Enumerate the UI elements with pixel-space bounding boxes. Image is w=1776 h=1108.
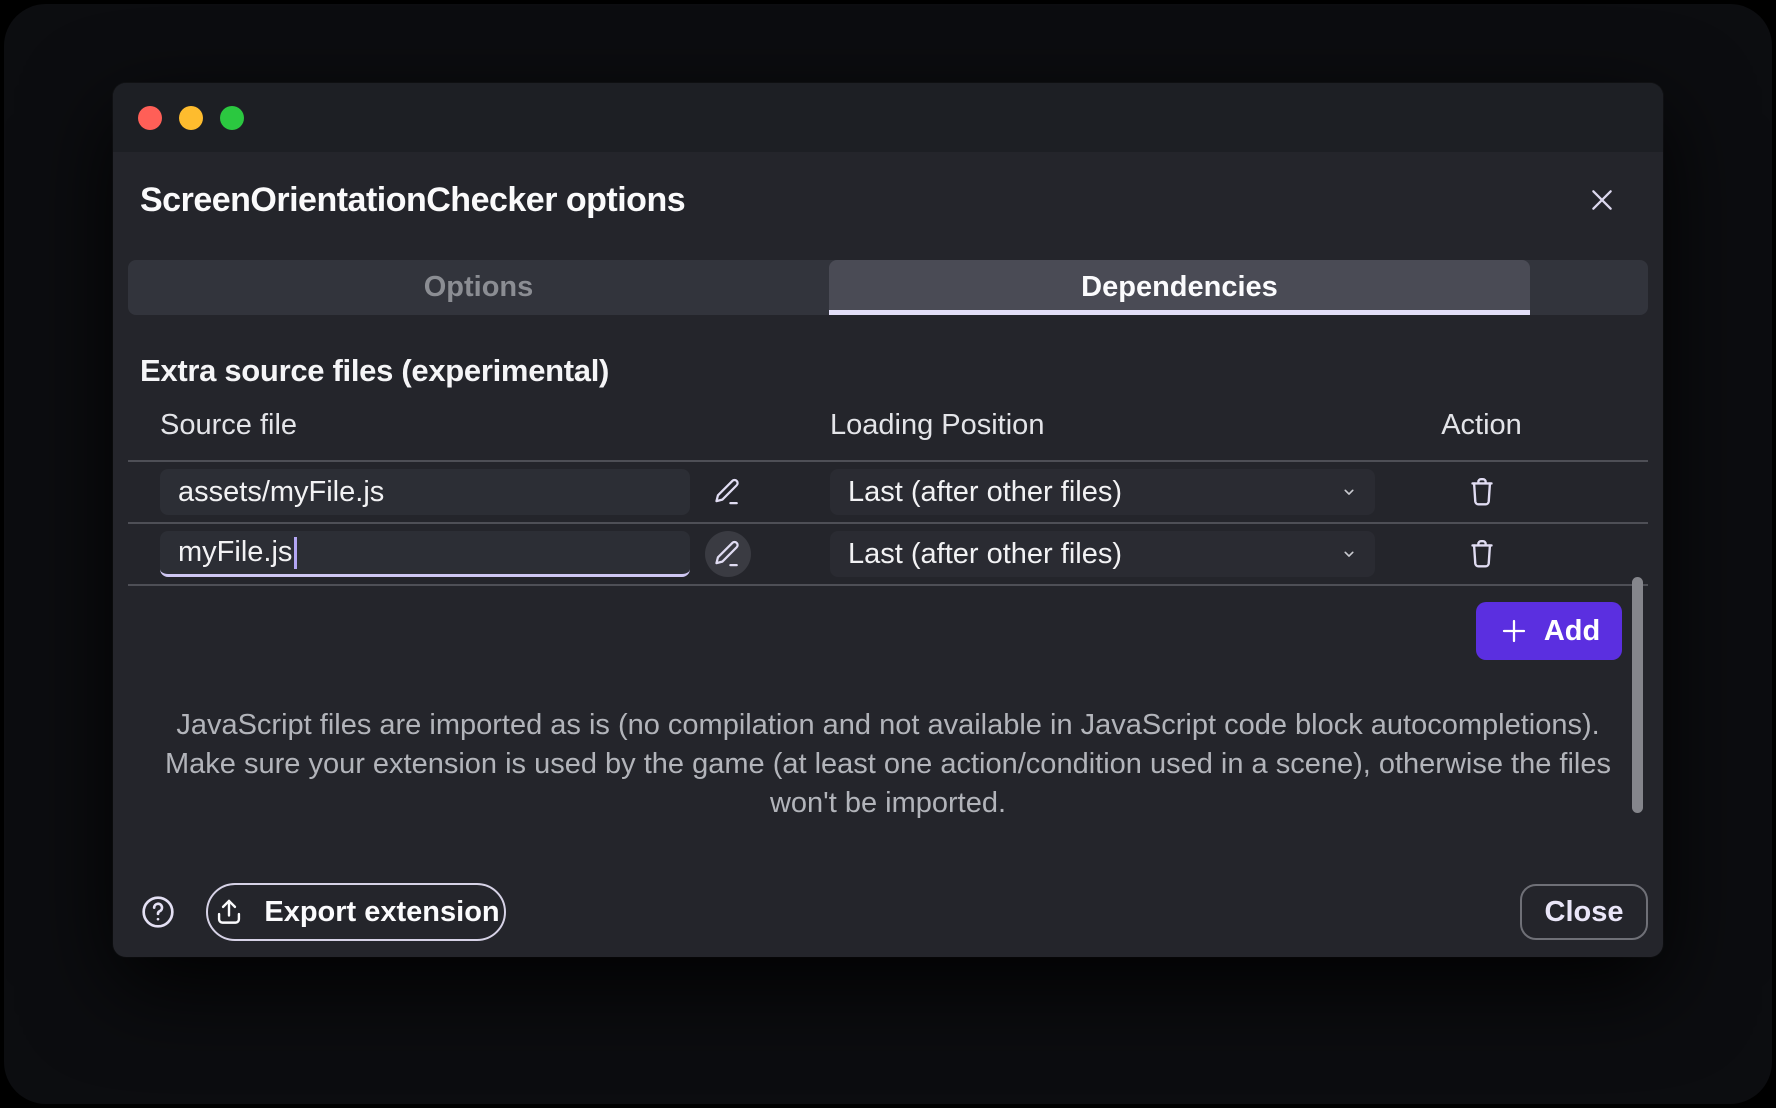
tab-dependencies-label: Dependencies — [1081, 271, 1278, 304]
table-row: assets/myFile.js Last (after other files… — [128, 460, 1648, 522]
dialog-footer: Export extension Close — [128, 883, 1648, 941]
dialog-window: ScreenOrientationChecker options Options… — [113, 83, 1663, 957]
loading-position-select[interactable]: Last (after other files) — [830, 469, 1375, 515]
x-icon — [1586, 184, 1618, 216]
traffic-light-close-icon[interactable] — [138, 106, 162, 130]
loading-position-select[interactable]: Last (after other files) — [830, 531, 1375, 577]
table-row: myFile.js Last (after other files) — [128, 522, 1648, 584]
upload-icon — [212, 895, 246, 929]
source-file-input-focused[interactable]: myFile.js — [160, 531, 690, 577]
titlebar[interactable] — [113, 83, 1663, 152]
active-tab-indicator — [829, 310, 1530, 315]
edit-source-file-button[interactable] — [705, 531, 751, 577]
close-dialog-button[interactable] — [1584, 182, 1620, 218]
pencil-icon — [710, 536, 746, 572]
close-button-label: Close — [1545, 896, 1624, 929]
text-cursor — [294, 537, 297, 569]
chevron-down-icon — [1339, 482, 1359, 502]
column-header-loading-position: Loading Position — [830, 409, 1375, 442]
section-heading: Extra source files (experimental) — [128, 351, 1648, 391]
trash-icon — [1463, 535, 1501, 573]
add-button-label: Add — [1544, 615, 1600, 648]
tab-options[interactable]: Options — [128, 260, 829, 315]
source-files-table: Source file Loading Position Action asse… — [128, 391, 1648, 586]
traffic-light-zoom-icon[interactable] — [220, 106, 244, 130]
delete-row-button[interactable] — [1459, 531, 1505, 577]
loading-position-value: Last (after other files) — [848, 476, 1339, 509]
traffic-light-minimize-icon[interactable] — [179, 106, 203, 130]
dialog-header: ScreenOrientationChecker options — [128, 178, 1648, 222]
info-note: JavaScript files are imported as is (no … — [147, 706, 1629, 823]
tab-options-label: Options — [424, 271, 534, 304]
vertical-scrollbar[interactable] — [1632, 577, 1643, 813]
add-button[interactable]: Add — [1476, 602, 1622, 660]
column-header-action: Action — [1375, 409, 1648, 442]
table-header-row: Source file Loading Position Action — [128, 391, 1648, 460]
pencil-icon — [710, 474, 746, 510]
plus-icon — [1498, 615, 1530, 647]
chevron-down-icon — [1339, 544, 1359, 564]
tab-dependencies[interactable]: Dependencies — [829, 260, 1530, 315]
trash-icon — [1463, 473, 1501, 511]
help-button[interactable] — [138, 892, 178, 932]
table-actions: Add — [113, 586, 1663, 660]
source-file-value: myFile.js — [178, 536, 292, 569]
close-button[interactable]: Close — [1520, 884, 1648, 940]
column-header-source-file: Source file — [128, 409, 690, 442]
loading-position-value: Last (after other files) — [848, 538, 1339, 571]
question-icon — [138, 892, 178, 932]
tab-bar: Options Dependencies — [128, 260, 1648, 315]
source-file-input[interactable]: assets/myFile.js — [160, 469, 690, 515]
edit-source-file-button[interactable] — [705, 469, 751, 515]
delete-row-button[interactable] — [1459, 469, 1505, 515]
export-extension-button[interactable]: Export extension — [206, 883, 506, 941]
export-extension-label: Export extension — [264, 896, 499, 929]
source-file-value: assets/myFile.js — [178, 476, 384, 509]
page-title: ScreenOrientationChecker options — [128, 178, 1648, 222]
